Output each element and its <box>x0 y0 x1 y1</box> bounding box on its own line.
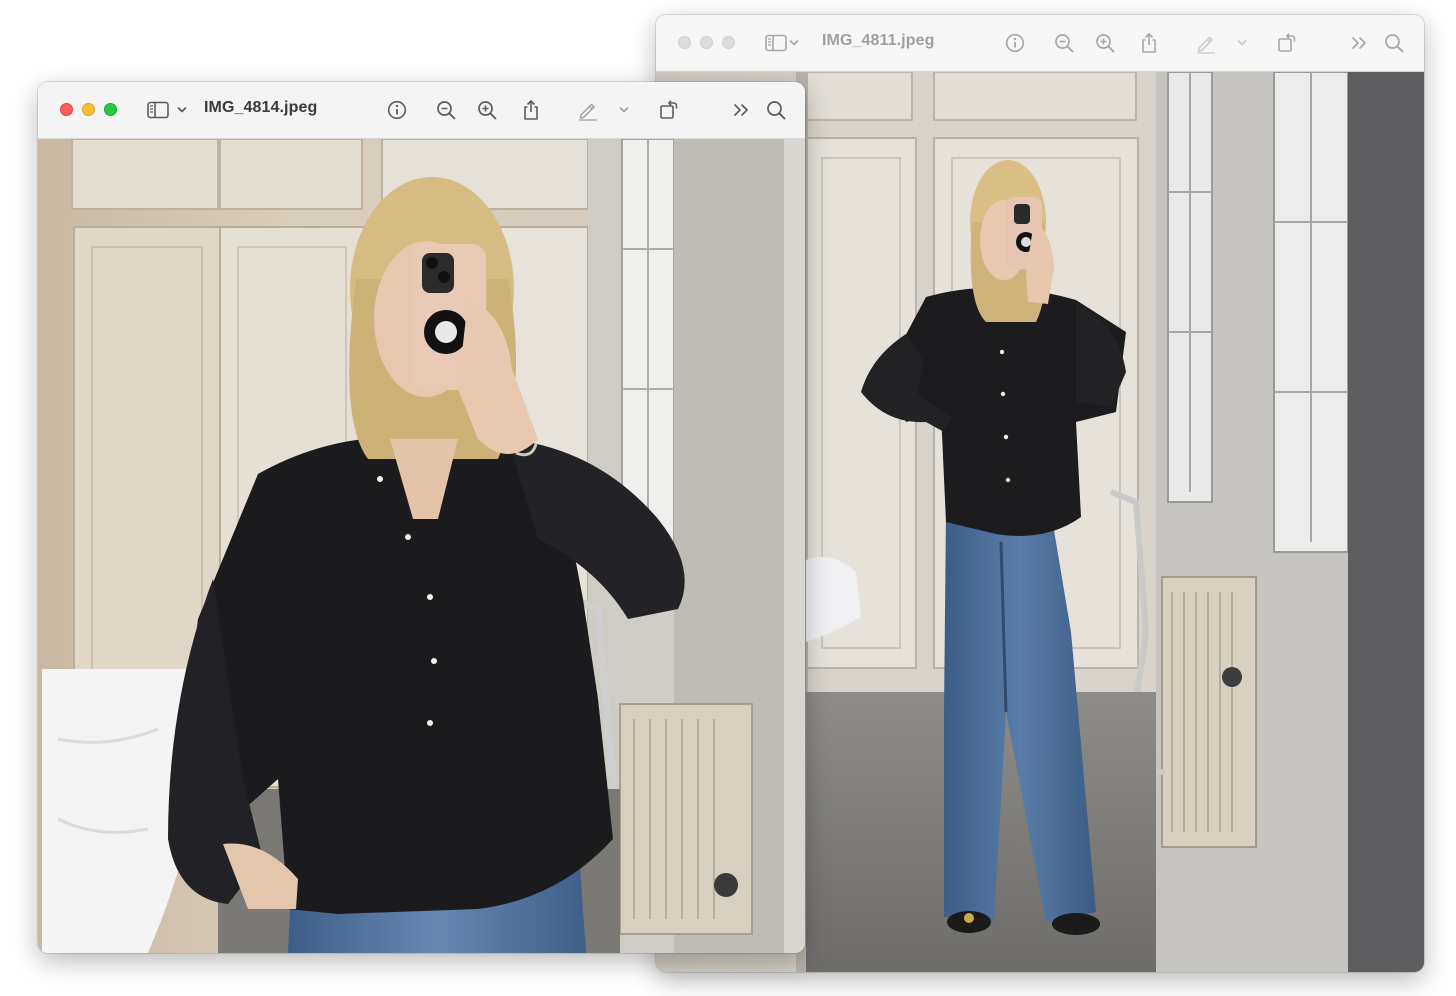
chevron-down-icon[interactable] <box>175 96 189 124</box>
titlebar[interactable]: IMG_4814.jpeg <box>38 82 805 139</box>
chevron-down-icon[interactable] <box>787 29 801 57</box>
zoom-out-icon[interactable] <box>432 96 460 124</box>
search-icon[interactable] <box>762 96 790 124</box>
minimize-button[interactable] <box>700 36 713 49</box>
sidebar-toggle-icon[interactable] <box>762 29 790 57</box>
minimize-button[interactable] <box>82 103 95 116</box>
more-icon[interactable] <box>728 96 756 124</box>
markup-pen-icon[interactable] <box>574 96 602 124</box>
window-title: IMG_4811.jpeg <box>822 32 935 49</box>
photo-closeup-mirror-selfie <box>38 139 805 953</box>
info-icon[interactable] <box>383 96 411 124</box>
image-viewport[interactable] <box>38 139 805 953</box>
markup-chevron-down-icon[interactable] <box>617 96 631 124</box>
info-icon[interactable] <box>1001 29 1029 57</box>
search-icon[interactable] <box>1380 29 1408 57</box>
more-icon[interactable] <box>1346 29 1374 57</box>
window-title: IMG_4814.jpeg <box>204 99 318 116</box>
zoom-in-icon[interactable] <box>1091 29 1119 57</box>
markup-chevron-down-icon[interactable] <box>1235 29 1249 57</box>
preview-window-img-4814[interactable]: IMG_4814.jpeg <box>38 82 805 953</box>
sidebar-toggle-icon[interactable] <box>144 96 172 124</box>
share-icon[interactable] <box>517 96 545 124</box>
share-icon[interactable] <box>1135 29 1163 57</box>
close-button[interactable] <box>60 103 73 116</box>
zoom-out-icon[interactable] <box>1050 29 1078 57</box>
zoom-button[interactable] <box>104 103 117 116</box>
zoom-in-icon[interactable] <box>473 96 501 124</box>
markup-pen-icon[interactable] <box>1192 29 1220 57</box>
close-button[interactable] <box>678 36 691 49</box>
titlebar[interactable]: IMG_4811.jpeg <box>656 15 1424 72</box>
rotate-icon[interactable] <box>1273 29 1301 57</box>
zoom-button[interactable] <box>722 36 735 49</box>
rotate-icon[interactable] <box>655 96 683 124</box>
